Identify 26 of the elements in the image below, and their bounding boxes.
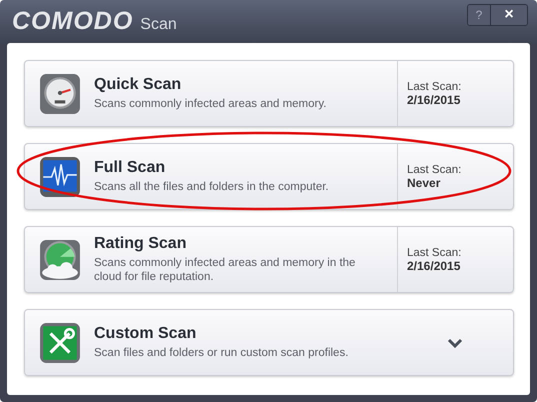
scan-title: Full Scan <box>94 159 166 177</box>
last-scan-date: 2/16/2015 <box>407 92 462 106</box>
last-scan-label: Last Scan: <box>407 80 462 92</box>
window-title: Scan <box>140 16 177 34</box>
scan-description: Scans commonly infected areas and memory in the cloud for file reputation. <box>94 256 356 284</box>
scan-description: Scan files and folders or run custom scan profiles. <box>94 346 350 360</box>
scan-title: Custom Scan <box>94 325 198 343</box>
radar-cloud-icon <box>38 238 80 280</box>
tools-icon <box>38 322 80 364</box>
scan-option-card[interactable]: Full Scan Scans all the files and folders in the computer. Last Scan: Never <box>24 143 514 210</box>
last-scan-label: Last Scan: <box>407 164 462 176</box>
scan-option-card[interactable]: Rating Scan Scans commonly infected areas and memory in the cloud for file reputation. Last Scan: 2/16/2015 <box>24 226 514 293</box>
scan-title: Rating Scan <box>94 235 188 253</box>
last-scan-date: 2/16/2015 <box>407 258 462 272</box>
scan-option-card[interactable]: Custom Scan Scan files and folders or run custom scan profiles. <box>24 309 514 376</box>
scan-description: Scans commonly infected areas and memory. <box>94 97 328 111</box>
scan-title: Quick Scan <box>94 76 182 94</box>
app-logo: COMODO <box>12 7 134 36</box>
last-scan-label: Last Scan: <box>407 246 462 258</box>
scan-description: Scans all the files and folders in the computer. <box>94 180 330 194</box>
last-scan-date: Never <box>407 176 442 190</box>
chevron-down-icon[interactable] <box>447 338 463 348</box>
close-button[interactable]: × <box>491 5 527 25</box>
heartbeat-monitor-icon <box>38 156 80 198</box>
speedometer-icon <box>38 72 80 114</box>
scan-option-card[interactable]: Quick Scan Scans commonly infected areas and memory. Last Scan: 2/16/2015 <box>24 60 514 127</box>
